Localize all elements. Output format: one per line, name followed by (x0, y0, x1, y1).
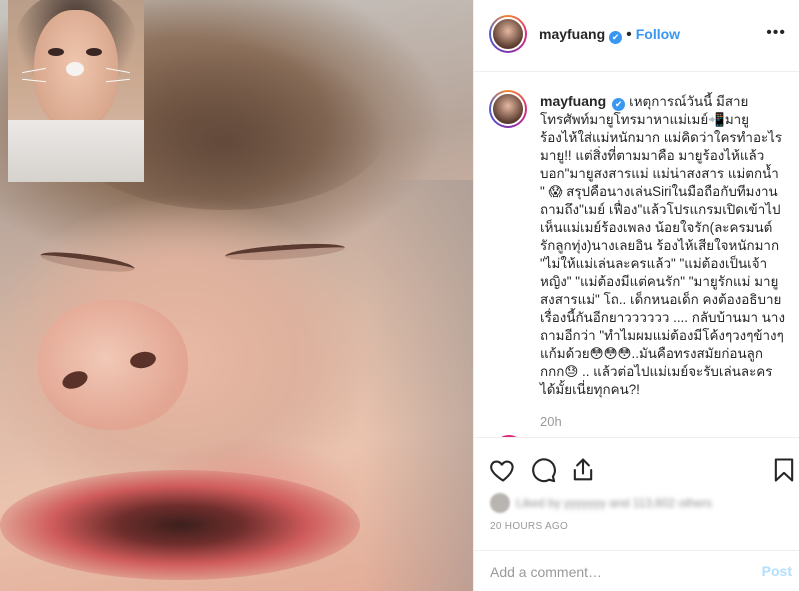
comment-form: Post (474, 550, 799, 591)
pip-bunny-nose (66, 62, 84, 76)
separator-dot: • (626, 26, 632, 43)
likes-summary[interactable]: Liked by yyyyyyy and 113,602 others (490, 493, 712, 513)
video-call-thumbnail (8, 0, 144, 182)
follow-button[interactable]: Follow (636, 26, 680, 42)
image-eye-left (39, 248, 136, 276)
action-bar (474, 437, 799, 493)
image-eye-right (224, 240, 346, 264)
caption-username[interactable]: mayfuang (540, 93, 606, 109)
image-mouth (0, 470, 360, 580)
post-comment-button[interactable]: Post (762, 563, 792, 579)
caption-time[interactable]: 20h (540, 414, 562, 429)
comment-icon[interactable] (529, 456, 557, 484)
verified-badge-icon: ✔ (609, 31, 623, 44)
image-nose (38, 300, 188, 430)
caption-avatar[interactable] (489, 90, 527, 128)
pip-eye-right (86, 48, 102, 56)
comment-input[interactable] (490, 561, 740, 583)
post-timestamp[interactable]: 20 HOURS AGO (490, 521, 568, 532)
likes-text[interactable]: Liked by yyyyyyy and 113,602 others (516, 496, 712, 510)
post-side-panel: mayfuang ✔ • Follow ••• mayfuang ✔ เหตุการณ์ว… (473, 0, 799, 591)
heart-icon[interactable] (489, 456, 517, 484)
caption-text: เหตุการณ์วันนี้ มีสายโทรศัพท์มายูโทรมาหา… (540, 94, 785, 397)
comments-area[interactable]: mayfuang ✔ เหตุการณ์วันนี้ มีสายโทรศัพท์มา… (474, 73, 799, 437)
pip-shirt (8, 120, 144, 182)
share-icon[interactable] (569, 456, 597, 484)
verified-badge-icon: ✔ (612, 98, 626, 111)
post-header: mayfuang ✔ • Follow ••• (474, 0, 799, 72)
post-image[interactable] (0, 0, 473, 591)
avatar (490, 493, 510, 513)
username-link[interactable]: mayfuang (539, 26, 605, 42)
bookmark-icon[interactable] (770, 456, 798, 484)
image-shadow (363, 180, 473, 591)
caption: mayfuang ✔ เหตุการณ์วันนี้ มีสายโทรศัพท์มา… (540, 92, 786, 399)
more-options-icon[interactable]: ••• (766, 24, 786, 42)
pip-eye-left (48, 48, 64, 56)
avatar[interactable] (489, 15, 527, 53)
header-user: mayfuang ✔ • Follow (539, 26, 680, 44)
